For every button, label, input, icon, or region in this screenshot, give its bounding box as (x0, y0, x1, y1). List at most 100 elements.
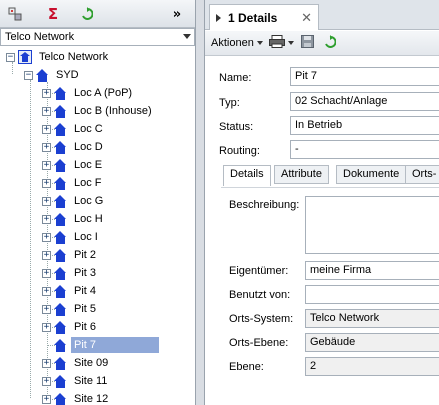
tree-item[interactable]: + Site 12 (42, 390, 111, 405)
network-selector[interactable]: Telco Network (0, 28, 195, 46)
eigentuemer-label: Eigentümer: (229, 265, 289, 277)
house-icon (54, 140, 67, 154)
expand-icon[interactable]: + (42, 304, 51, 314)
house-icon (54, 176, 67, 190)
benutzt-field[interactable] (305, 285, 439, 304)
tab-attribute[interactable]: Attribute (274, 165, 329, 184)
benutzt-label: Benutzt von: (229, 289, 291, 301)
house-icon (54, 212, 67, 226)
tree-item-label: Pit 7 (71, 337, 159, 353)
expand-icon[interactable]: + (42, 142, 51, 152)
house-icon (54, 158, 67, 172)
routing-label: Routing: (219, 145, 260, 157)
tree-item-label: Pit 6 (74, 321, 97, 333)
expand-icon[interactable]: + (42, 124, 51, 134)
typ-field[interactable]: 02 Schacht/Anlage (290, 92, 439, 111)
print-icon[interactable] (268, 35, 285, 51)
tree-item[interactable]: + Pit 5 (42, 300, 99, 318)
tree-item[interactable]: + Loc G (42, 192, 106, 210)
tree-item[interactable]: + Loc A (PoP) (42, 84, 135, 102)
document-tabbar: 1 Details ✕ (205, 0, 439, 30)
typ-label: Typ: (219, 97, 240, 109)
house-icon (54, 104, 67, 118)
tree-item-label: Loc E (74, 159, 103, 171)
tree-node-label: SYD (56, 69, 79, 81)
expand-icon[interactable]: + (42, 106, 51, 116)
expand-icon[interactable]: + (42, 322, 51, 332)
name-field[interactable]: Pit 7 (290, 67, 439, 86)
tree-item[interactable]: + Loc F (42, 174, 105, 192)
tab-marker-icon (216, 13, 221, 22)
tree-item-label: Loc I (74, 231, 98, 243)
tree-item[interactable]: + Loc B (Inhouse) (42, 102, 155, 120)
status-field[interactable]: In Betrieb (290, 116, 439, 135)
beschreibung-label: Beschreibung: (229, 199, 300, 211)
expand-icon[interactable]: + (42, 358, 51, 368)
expand-icon[interactable]: + (42, 160, 51, 170)
tree-node-label: Telco Network (39, 51, 109, 63)
expand-icon[interactable]: + (42, 232, 51, 242)
tree-item[interactable]: + Loc D (42, 138, 106, 156)
collapse-icon[interactable]: − (6, 52, 15, 62)
tree-settings-icon[interactable] (6, 5, 24, 23)
tree-node-root[interactable]: − Telco Network (6, 48, 111, 66)
ortssystem-field: Telco Network (305, 309, 439, 328)
expand-icon[interactable]: + (42, 178, 51, 188)
actions-toolbar: Aktionen (205, 31, 439, 56)
collapse-icon[interactable]: − (24, 70, 33, 80)
tree-item[interactable]: + Pit 3 (42, 264, 99, 282)
tree-item[interactable]: + Loc H (42, 210, 106, 228)
house-icon (54, 356, 67, 370)
refresh-icon[interactable] (78, 5, 96, 23)
eigentuemer-field[interactable]: meine Firma (305, 261, 439, 280)
house-icon (54, 284, 67, 298)
sigma-icon[interactable]: Σ (44, 5, 62, 23)
tree-item[interactable]: Pit 7 (42, 336, 159, 354)
expand-icon[interactable]: + (42, 88, 51, 98)
close-icon[interactable]: ✕ (301, 10, 312, 26)
tree-item[interactable]: + Site 11 (42, 372, 110, 390)
ebene-label: Ebene: (229, 361, 264, 373)
network-icon (18, 50, 32, 64)
tab-dokumente[interactable]: Dokumente (336, 165, 407, 184)
tree-item[interactable]: + Site 09 (42, 354, 111, 372)
expand-icon[interactable]: + (42, 250, 51, 260)
tree-node-syd[interactable]: − SYD (24, 66, 82, 84)
tree-item[interactable]: + Pit 2 (42, 246, 99, 264)
routing-field[interactable]: - (290, 140, 439, 159)
save-icon[interactable] (300, 35, 314, 51)
tab-details[interactable]: Details (223, 165, 271, 186)
house-icon (54, 302, 67, 316)
tree-item-label: Site 12 (74, 393, 109, 405)
chevron-down-icon (256, 40, 263, 45)
house-icon (36, 68, 49, 82)
house-icon (54, 248, 67, 262)
house-icon (54, 86, 67, 100)
tree-item-label: Loc A (PoP) (74, 87, 133, 99)
tree-item-label: Pit 4 (74, 285, 97, 297)
beschreibung-field[interactable] (305, 196, 439, 254)
tree-item-label: Site 11 (74, 375, 108, 387)
expand-icon[interactable]: + (42, 268, 51, 278)
collapse-panel-icon[interactable]: » (168, 5, 186, 23)
network-tree: − Telco Network − SYD + Loc A (PoP) + Loc B… (0, 46, 195, 405)
refresh-icon[interactable] (324, 34, 337, 52)
tree-item[interactable]: + Loc C (42, 120, 106, 138)
detail-subtabs: Details Attribute Dokumente Orts- (205, 165, 439, 186)
expand-icon[interactable]: + (42, 196, 51, 206)
tree-item[interactable]: + Loc E (42, 156, 105, 174)
tab-orts[interactable]: Orts- (405, 165, 439, 184)
tree-item-label: Loc C (74, 123, 103, 135)
tree-item[interactable]: + Pit 4 (42, 282, 99, 300)
expand-icon[interactable]: + (42, 394, 51, 404)
actions-menu[interactable]: Aktionen (211, 37, 254, 49)
expand-icon[interactable]: + (42, 376, 51, 386)
tree-item-label: Loc F (74, 177, 102, 189)
tree-item[interactable]: + Pit 6 (42, 318, 99, 336)
expand-icon[interactable]: + (42, 286, 51, 296)
tree-item[interactable]: + Loc I (42, 228, 101, 246)
expand-icon[interactable]: + (42, 214, 51, 224)
details-panel: 1 Details ✕ Aktionen Name: Pit 7 Typ: 02… (204, 0, 439, 405)
tab-details-document[interactable]: 1 Details ✕ (209, 4, 319, 30)
name-label: Name: (219, 72, 252, 84)
